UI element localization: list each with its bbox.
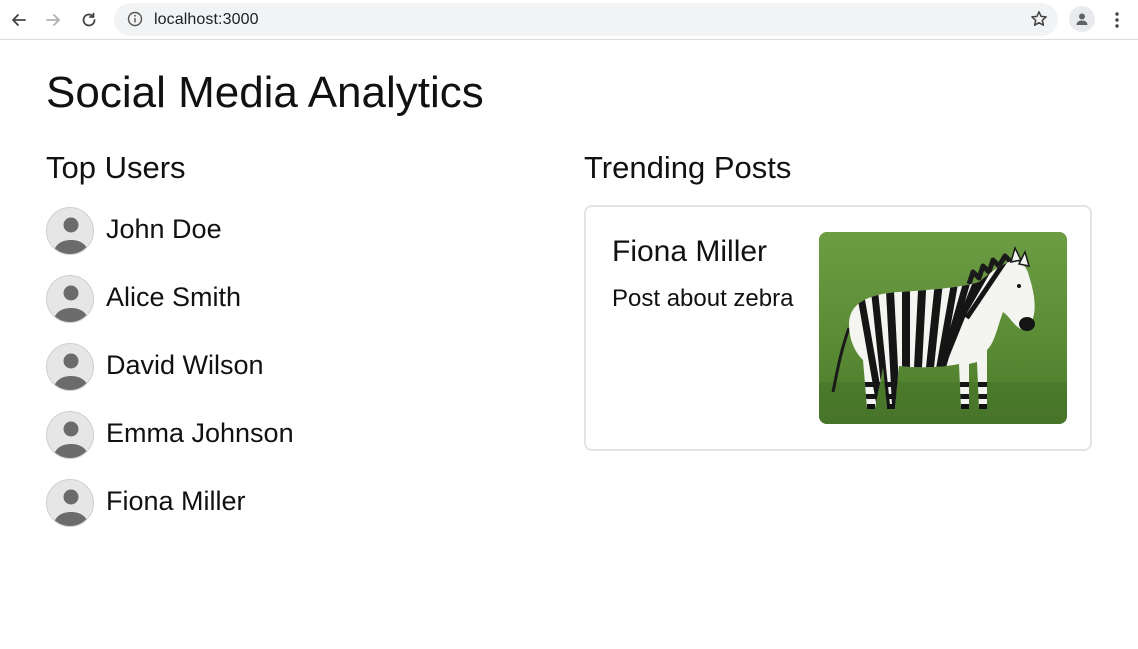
avatar xyxy=(46,411,94,459)
user-avatar-icon xyxy=(53,217,89,254)
forward-button[interactable] xyxy=(39,6,67,34)
zebra-image xyxy=(819,232,1067,424)
user-list-item[interactable]: John Doe xyxy=(46,207,466,275)
avatar xyxy=(46,207,94,255)
user-name: Emma Johnson xyxy=(106,418,294,448)
trending-post-card[interactable]: Fiona Miller Post about zebra xyxy=(584,205,1092,451)
address-bar[interactable]: localhost:3000 xyxy=(114,3,1058,36)
browser-toolbar: localhost:3000 xyxy=(0,0,1138,40)
info-icon[interactable] xyxy=(127,11,143,27)
url-text[interactable]: localhost:3000 xyxy=(154,11,259,29)
user-name: Alice Smith xyxy=(106,282,242,312)
post-image[interactable] xyxy=(819,232,1067,424)
avatar xyxy=(46,275,94,323)
user-list-item[interactable]: Emma Johnson xyxy=(46,411,466,479)
menu-icon[interactable] xyxy=(1108,8,1126,32)
avatar xyxy=(46,479,94,527)
user-name: John Doe xyxy=(106,214,222,244)
post-author: Fiona Miller xyxy=(612,235,768,268)
reload-button[interactable] xyxy=(75,6,103,34)
reload-icon xyxy=(82,12,96,27)
top-users-heading: Top Users xyxy=(46,150,186,185)
forward-arrow-icon xyxy=(46,14,60,26)
user-name: David Wilson xyxy=(106,350,264,380)
top-users-list: John Doe Alice Smith David Wilson Emma J… xyxy=(46,207,466,547)
user-avatar-icon xyxy=(53,285,89,322)
post-text: Post about zebra xyxy=(612,285,794,312)
back-arrow-icon xyxy=(12,14,26,26)
page-title: Social Media Analytics xyxy=(46,68,484,117)
avatar xyxy=(46,343,94,391)
user-avatar-icon xyxy=(53,353,89,390)
trending-posts-heading: Trending Posts xyxy=(584,150,792,185)
user-list-item[interactable]: Fiona Miller xyxy=(46,479,466,547)
back-button[interactable] xyxy=(5,6,33,34)
user-list-item[interactable]: David Wilson xyxy=(46,343,466,411)
profile-icon xyxy=(1076,13,1088,25)
user-list-item[interactable]: Alice Smith xyxy=(46,275,466,343)
user-name: Fiona Miller xyxy=(106,486,246,516)
user-avatar-icon xyxy=(53,489,89,526)
profile-button[interactable] xyxy=(1069,6,1095,32)
star-icon[interactable] xyxy=(1030,10,1048,28)
user-avatar-icon xyxy=(53,421,89,458)
